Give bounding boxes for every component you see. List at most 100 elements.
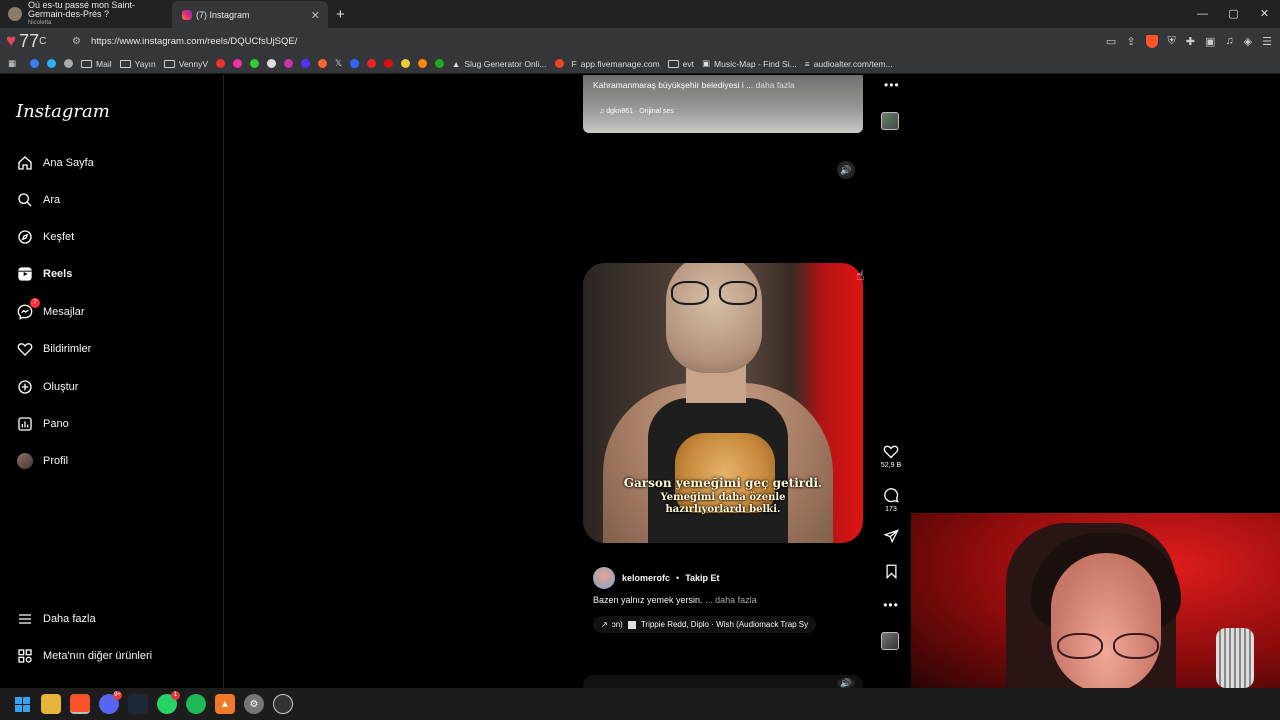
video-subtitle-2: Yemeğimi daha özenle hazırlıyorlardı bel… bbox=[660, 492, 786, 515]
xbox-icon[interactable] bbox=[434, 59, 444, 68]
reel-video[interactable]: Garson yemeğimi geç getirdi. Yemeğimi da… bbox=[583, 263, 863, 543]
bookmark-music-map[interactable]: ▣ Music-Map - Find Si... bbox=[702, 58, 797, 69]
bookmark-audioalter[interactable]: ≡ audioalter.com/tem... bbox=[805, 59, 893, 69]
sidebar-item-dashboard[interactable]: Pano bbox=[16, 414, 69, 434]
username[interactable]: kelomerofc bbox=[622, 573, 670, 583]
more-options-icon[interactable]: ••• bbox=[884, 78, 900, 92]
sidebar-item-create[interactable]: Oluştur bbox=[16, 377, 78, 397]
instagram-logo[interactable]: Instagram bbox=[16, 101, 110, 122]
bookmark-icon-10[interactable] bbox=[318, 59, 328, 68]
music-icon[interactable]: ♫ bbox=[1225, 35, 1233, 47]
bookmark-icon-13[interactable] bbox=[400, 59, 410, 68]
pinterest-icon[interactable] bbox=[383, 59, 393, 68]
bookmark-icon-7[interactable] bbox=[267, 59, 277, 68]
tab-instagram[interactable]: (7) Instagram ✕ bbox=[172, 1, 328, 29]
tab-music[interactable]: Où es-tu passé mon Saint-Germain-des-Pré… bbox=[0, 0, 172, 28]
menu-icon[interactable]: ☰ bbox=[1262, 35, 1272, 48]
bookmark-icon-4[interactable] bbox=[216, 59, 226, 68]
bookmark-icon-5[interactable] bbox=[233, 59, 243, 68]
sidebar-item-notifications[interactable]: Bildirimler bbox=[16, 339, 91, 359]
caption-more-link[interactable]: ... daha fazla bbox=[705, 595, 757, 605]
bookmark-fivemanage[interactable]: Fapp.fivemanage.com bbox=[572, 59, 660, 69]
sidebar-item-meta-products[interactable]: Meta'nın diğer ürünleri bbox=[16, 646, 152, 666]
comment-button[interactable]: 173 bbox=[878, 487, 904, 513]
bookmark-icon-1[interactable] bbox=[30, 59, 40, 68]
x-icon[interactable]: 𝕏 bbox=[335, 58, 342, 69]
bookmark-icon-3[interactable] bbox=[64, 59, 74, 68]
share-icon[interactable]: ⇪ bbox=[1126, 35, 1135, 48]
url-field[interactable]: ⚙ https://www.instagram.com/reels/DQUCfs… bbox=[72, 36, 1032, 47]
like-count: 52,9 B bbox=[880, 462, 902, 469]
whatsapp-badge: 1 bbox=[171, 691, 180, 700]
apps-grid-icon[interactable]: ▦ bbox=[8, 58, 16, 69]
bookmark-folder-evt[interactable]: evt bbox=[667, 59, 694, 69]
whatsapp-icon[interactable]: 1 bbox=[157, 691, 180, 714]
bookmark-icon-8[interactable] bbox=[284, 59, 294, 68]
sidebar-icon[interactable]: ▣ bbox=[1205, 35, 1215, 48]
bookmark-icon-12[interactable] bbox=[366, 59, 376, 68]
sidebar-item-home[interactable]: Ana Sayfa bbox=[16, 153, 94, 173]
save-button[interactable] bbox=[878, 564, 904, 579]
previous-reel-more[interactable]: daha fazla bbox=[756, 80, 795, 90]
audio-thumbnail[interactable] bbox=[881, 632, 899, 650]
sidebar-item-profile[interactable]: Profil bbox=[16, 451, 68, 471]
comment-icon bbox=[884, 488, 899, 503]
new-tab-button[interactable]: + bbox=[336, 6, 345, 23]
share-button[interactable] bbox=[878, 529, 904, 543]
cast-icon[interactable]: ▭ bbox=[1106, 35, 1116, 48]
extensions-icon[interactable]: ✚ bbox=[1186, 35, 1195, 48]
close-window-button[interactable]: ✕ bbox=[1249, 0, 1280, 28]
more-options-icon[interactable]: ••• bbox=[878, 598, 904, 612]
obs-icon[interactable] bbox=[273, 694, 293, 714]
previous-reel-video[interactable]: Kahramanmaraş büyükşehir belediyesi i ..… bbox=[583, 75, 863, 133]
separator: • bbox=[676, 573, 680, 583]
next-reel-video[interactable] bbox=[583, 675, 863, 689]
avatar[interactable] bbox=[593, 567, 615, 589]
like-button[interactable]: 52,9 B bbox=[878, 444, 904, 469]
bookmark-folder-mail[interactable]: Mail bbox=[81, 59, 112, 69]
search-icon bbox=[16, 191, 34, 209]
sidebar-item-messages[interactable]: 7 Mesajlar bbox=[16, 298, 85, 322]
brave-shield-icon[interactable] bbox=[1145, 34, 1158, 48]
hamburger-menu-icon bbox=[16, 610, 34, 628]
volume-icon[interactable]: 🔊 bbox=[837, 678, 855, 688]
file-explorer-icon[interactable] bbox=[41, 694, 61, 714]
brave-browser-icon[interactable] bbox=[70, 694, 90, 714]
bookmark-icon-11[interactable] bbox=[349, 59, 359, 68]
wallet-icon[interactable]: ◈ bbox=[1244, 35, 1252, 48]
settings-icon[interactable]: ⚙ bbox=[244, 694, 264, 714]
previous-reel-audio[interactable]: ♫ dgkn861 · Orijinal ses bbox=[599, 108, 674, 115]
instagram-favicon-icon bbox=[182, 10, 192, 20]
windows-start-icon[interactable] bbox=[12, 694, 32, 714]
follow-button[interactable]: Takip Et bbox=[685, 573, 719, 583]
minimize-button[interactable]: — bbox=[1187, 0, 1218, 28]
sidebar-item-more[interactable]: Daha fazla bbox=[16, 609, 96, 629]
maximize-button[interactable]: ▢ bbox=[1218, 0, 1249, 28]
bookmark-icon-14[interactable] bbox=[417, 59, 427, 68]
heart-icon bbox=[16, 340, 34, 358]
steam-icon[interactable] bbox=[128, 694, 148, 714]
vpn-icon[interactable]: ⛨ bbox=[1168, 35, 1176, 48]
sidebar-item-explore[interactable]: Keşfet bbox=[16, 227, 74, 247]
bookmark-icon-9[interactable] bbox=[301, 59, 311, 68]
app-icon[interactable]: ▲ bbox=[215, 694, 235, 714]
close-tab-icon[interactable]: ✕ bbox=[311, 9, 320, 22]
url-text: https://www.instagram.com/reels/DQUCfsUj… bbox=[90, 35, 298, 47]
previous-audio-thumbnail[interactable] bbox=[881, 112, 899, 130]
microphone bbox=[1216, 628, 1254, 688]
bookmark-slug-generator[interactable]: ▲ Slug Generator Onli... bbox=[452, 59, 547, 69]
weather-widget[interactable]: ♥ 77 C bbox=[0, 31, 64, 52]
bookmark-folder-yayin[interactable]: Yayın bbox=[119, 59, 156, 69]
audio-pill[interactable]: ↗ ɔn) Trippie Redd, Diplo · Wish (Audiom… bbox=[593, 616, 817, 633]
bookmark-icon-2[interactable] bbox=[47, 59, 57, 68]
volume-icon[interactable]: 🔊 bbox=[837, 161, 855, 179]
bookmark-icon-15[interactable] bbox=[554, 59, 564, 68]
spotify-icon[interactable] bbox=[186, 694, 206, 714]
bookmark-folder-vennyv[interactable]: VennyV bbox=[163, 59, 208, 69]
site-settings-icon[interactable]: ⚙ bbox=[72, 36, 81, 47]
discord-icon[interactable]: 9+ bbox=[99, 691, 122, 714]
sidebar-item-search[interactable]: Ara bbox=[16, 190, 60, 210]
bookmark-icon-6[interactable] bbox=[250, 59, 260, 68]
sidebar-item-reels[interactable]: Reels bbox=[16, 264, 72, 284]
audio-track: Trippie Redd, Diplo · Wish (Audiomack Tr… bbox=[640, 620, 809, 629]
